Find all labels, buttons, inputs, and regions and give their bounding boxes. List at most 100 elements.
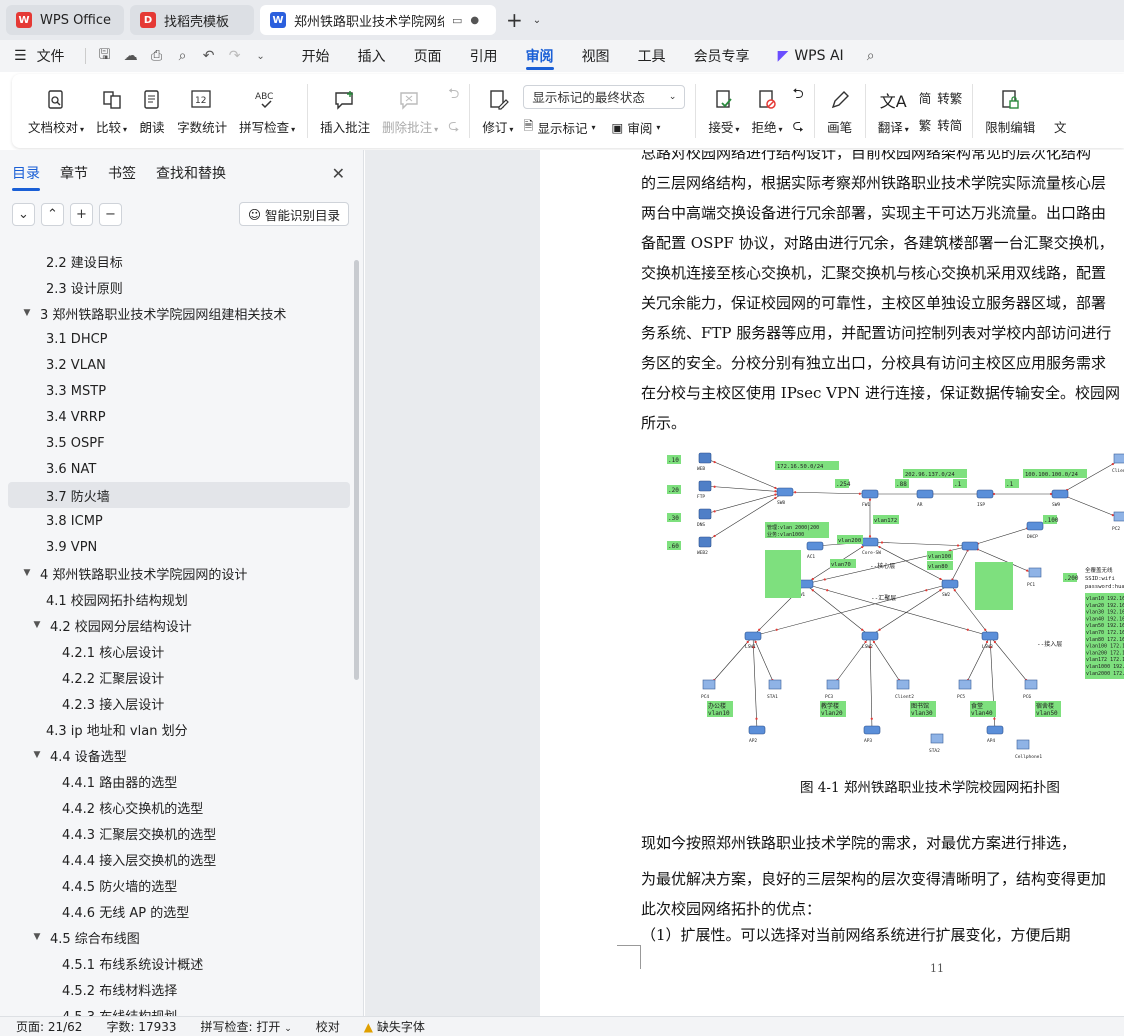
toc-item[interactable]: 4.4.3 汇聚层交换机的选型 <box>8 820 350 846</box>
save-icon[interactable]: 🖫 <box>92 43 118 69</box>
toc-item[interactable]: 3.3 MSTP <box>8 378 350 404</box>
read-aloud-button[interactable]: 朗读 <box>133 76 171 146</box>
add-heading-button[interactable]: + <box>70 202 93 226</box>
toc-item[interactable]: ▼ 4.2 校园网分层结构设计 <box>8 612 350 638</box>
redo-icon[interactable]: ↷ <box>222 43 248 69</box>
word-count-button[interactable]: 12 字数统计 <box>171 76 233 146</box>
tab-bookmark[interactable]: 书签 <box>108 159 136 187</box>
more-ribbon-button[interactable]: 文 <box>1041 76 1073 146</box>
toc-item[interactable]: 4.4.1 路由器的选型 <box>8 768 350 794</box>
toc-item[interactable]: 2.3 设计原则 <box>8 274 350 300</box>
new-tab-button[interactable]: + <box>502 8 527 32</box>
toc-item[interactable]: 3.4 VRRP <box>8 404 350 430</box>
spell-check-button[interactable]: ABC 拼写检查 ▾ <box>233 76 301 146</box>
expand-triangle-icon[interactable]: ▼ <box>30 620 44 630</box>
delete-comment-icon <box>397 87 423 113</box>
smart-toc-button[interactable]: ☺ 智能识别目录 <box>238 202 349 226</box>
missing-font-status[interactable]: ▲ 缺失字体 <box>364 1018 425 1035</box>
cloud-icon[interactable]: ☁ <box>118 43 144 69</box>
print-preview-icon[interactable]: ⌕ <box>170 43 196 69</box>
toc-item[interactable]: 4.2.1 核心层设计 <box>8 638 350 664</box>
page-indicator[interactable]: 页面: 21/62 <box>16 1018 82 1035</box>
tab-find-replace[interactable]: 查找和替换 <box>156 159 226 187</box>
tab-list-chevron-icon[interactable]: ⌄ <box>533 15 541 26</box>
menu-reference[interactable]: 引用 <box>456 40 512 72</box>
menu-review[interactable]: 审阅 <box>512 40 568 72</box>
tab-document[interactable]: W 郑州铁路职业技术学院网络规划 ▭ ● <box>260 5 496 35</box>
word-count-indicator[interactable]: 字数: 17933 <box>106 1018 176 1035</box>
menu-page[interactable]: 页面 <box>400 40 456 72</box>
proof-status[interactable]: 校对 <box>316 1018 340 1035</box>
print-icon[interactable]: ⎙ <box>144 43 170 69</box>
toc-item[interactable]: 3.8 ICMP <box>8 508 350 534</box>
toc-item[interactable]: 4.2.3 接入层设计 <box>8 690 350 716</box>
diagram-label: vlan80 172.16.80.0/24 <box>1086 637 1124 643</box>
insert-comment-button[interactable]: 插入批注 <box>314 76 376 146</box>
toc-item[interactable]: 4.4.5 防火墙的选型 <box>8 872 350 898</box>
remove-heading-button[interactable]: − <box>99 202 122 226</box>
next-comment-icon[interactable]: ⮎ <box>448 115 459 139</box>
review-pane-button[interactable]: ▣ 审阅 ▾ <box>612 118 661 137</box>
toc-item[interactable]: 3.5 OSPF <box>8 430 350 456</box>
toc-item[interactable]: 4.4.6 无线 AP 的选型 <box>8 898 350 924</box>
expand-triangle-icon[interactable]: ▼ <box>20 568 34 578</box>
doc-check-button[interactable]: 文档校对 ▾ <box>22 76 90 146</box>
quick-access-chevron-icon[interactable]: ⌄ <box>248 43 274 69</box>
prev-comment-icon[interactable]: ⮌ <box>448 83 459 107</box>
toc-item[interactable]: ▼ 4 郑州铁路职业技术学院园网的设计 <box>8 560 350 586</box>
next-change-icon[interactable]: ⮎ <box>792 115 803 139</box>
toc-item[interactable]: 3.9 VPN <box>8 534 350 560</box>
toc-item[interactable]: ▼ 4.5 综合布线图 <box>8 924 350 950</box>
expand-triangle-icon[interactable]: ▼ <box>30 932 44 942</box>
toc-item[interactable]: 3.6 NAT <box>8 456 350 482</box>
toc-item[interactable]: 4.4.2 核心交换机的选型 <box>8 794 350 820</box>
pen-button[interactable]: 画笔 <box>821 76 859 146</box>
compare-button[interactable]: 比较 ▾ <box>90 76 133 146</box>
expand-down-button[interactable]: ⌄ <box>12 202 35 226</box>
toc-item[interactable]: 4.5.2 布线材料选择 <box>8 976 350 1002</box>
search-icon[interactable]: ⌕ <box>858 43 884 69</box>
expand-triangle-icon[interactable]: ▼ <box>20 308 34 318</box>
tab-toc[interactable]: 目录 <box>12 159 40 191</box>
hamburger-icon[interactable]: ☰ <box>14 48 27 64</box>
markup-state-select[interactable]: 显示标记的最终状态 ⌄ <box>523 84 686 109</box>
toc-scrollbar[interactable] <box>354 260 359 680</box>
monitor-icon[interactable]: ▭ <box>452 14 462 27</box>
toc-item[interactable]: 3.2 VLAN <box>8 352 350 378</box>
toc-item[interactable]: 4.5.1 布线系统设计概述 <box>8 950 350 976</box>
toc-item[interactable]: 4.4.4 接入层交换机的选型 <box>8 846 350 872</box>
toc-item[interactable]: 2.2 建设目标 <box>8 248 350 274</box>
prev-change-icon[interactable]: ⮌ <box>792 83 803 107</box>
toc-item[interactable]: ▼ 4.4 设备选型 <box>8 742 350 768</box>
toc-item[interactable]: 4.1 校园网拓扑结构规划 <box>8 586 350 612</box>
spell-check-status[interactable]: 拼写检查: 打开 ⌄ <box>201 1018 292 1035</box>
accept-button[interactable]: 接受 ▾ <box>702 76 745 146</box>
menu-member[interactable]: 会员专享 <box>680 40 764 72</box>
menu-start[interactable]: 开始 <box>288 40 344 72</box>
toc-item[interactable]: 4.3 ip 地址和 vlan 划分 <box>8 716 350 742</box>
tab-chapter[interactable]: 章节 <box>60 159 88 187</box>
track-changes-button[interactable]: 修订 ▾ <box>476 76 519 146</box>
tab-docer[interactable]: D 找稻壳模板 <box>130 5 254 35</box>
file-menu[interactable]: 文件 <box>33 40 79 72</box>
toc-item[interactable]: 4.2.2 汇聚层设计 <box>8 664 350 690</box>
undo-icon[interactable]: ↶ <box>196 43 222 69</box>
to-traditional-button[interactable]: 简转繁 <box>919 88 963 107</box>
collapse-up-button[interactable]: ⌃ <box>41 202 64 226</box>
show-markup-button[interactable]: 🗎 显示标记 ▾ <box>523 117 595 138</box>
menu-view[interactable]: 视图 <box>568 40 624 72</box>
expand-triangle-icon[interactable]: ▼ <box>30 750 44 760</box>
toc-item[interactable]: 3.7 防火墙 <box>8 482 350 508</box>
wps-ai-button[interactable]: ◤ WPS AI <box>764 40 858 72</box>
restrict-edit-button[interactable]: 限制编辑 <box>979 76 1041 146</box>
close-icon[interactable]: ✕ <box>332 164 345 183</box>
to-simplified-button[interactable]: 繁转简 <box>919 115 963 134</box>
translate-button[interactable]: 文A 翻译 ▾ <box>872 76 915 146</box>
delete-comment-button[interactable]: 删除批注 ▾ <box>376 76 444 146</box>
reject-button[interactable]: 拒绝 ▾ <box>745 76 788 146</box>
toc-item[interactable]: ▼ 3 郑州铁路职业技术学院园网组建相关技术 <box>8 300 350 326</box>
toc-item[interactable]: 3.1 DHCP <box>8 326 350 352</box>
menu-insert[interactable]: 插入 <box>344 40 400 72</box>
tab-wps-office[interactable]: W WPS Office <box>6 5 124 35</box>
menu-tools[interactable]: 工具 <box>624 40 680 72</box>
